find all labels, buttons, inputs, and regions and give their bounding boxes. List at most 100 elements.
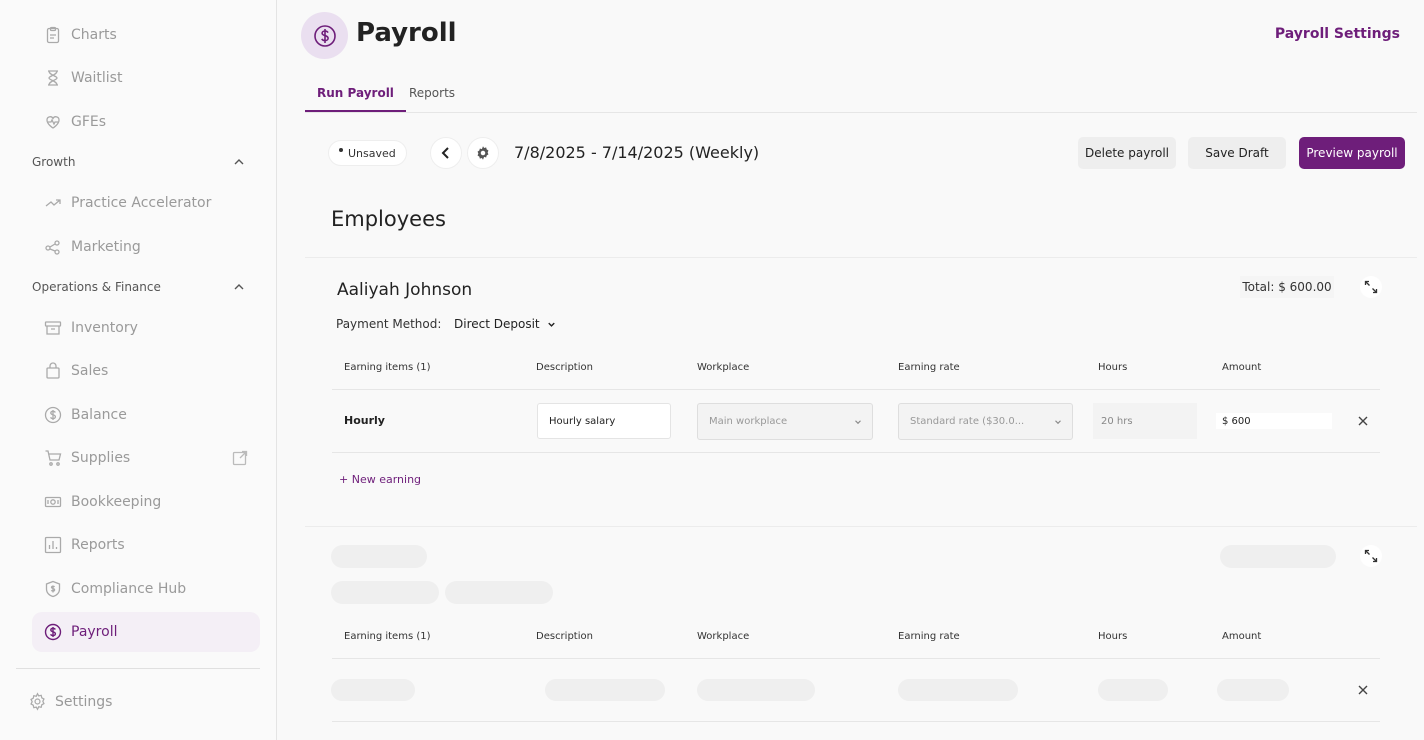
row-divider: [332, 452, 1380, 453]
column-header: Hours: [1098, 631, 1128, 642]
gear-icon: [30, 692, 45, 711]
group-label: Growth: [32, 155, 76, 169]
hourglass-icon: [44, 69, 62, 87]
sidebar-item-label: Practice Accelerator: [71, 195, 212, 211]
group-growth[interactable]: Growth: [32, 155, 246, 169]
employee-total: Total: $ 600.00: [1240, 276, 1334, 298]
amount-value: $ 600: [1216, 413, 1332, 429]
workplace-select[interactable]: Main workplace: [697, 403, 873, 440]
sidebar-item-label: Payroll: [71, 624, 118, 640]
sidebar-item-label: Marketing: [71, 239, 141, 255]
column-header: Amount: [1222, 362, 1262, 373]
column-header: Hours: [1098, 362, 1128, 373]
pay-period: 7/8/2025 - 7/14/2025 (Weekly): [514, 143, 760, 162]
payment-method-value: Direct Deposit: [454, 317, 540, 331]
dollar-circle-icon: [44, 623, 62, 641]
delete-payroll-button[interactable]: Delete payroll: [1078, 137, 1176, 169]
heart-icon: [44, 113, 62, 131]
preview-payroll-button[interactable]: Preview payroll: [1299, 137, 1405, 169]
skeleton-name: [331, 545, 427, 568]
chevron-left-icon: [441, 147, 449, 159]
earning-item: Hourly: [344, 414, 385, 427]
workplace-value: Main workplace: [709, 416, 788, 427]
sidebar-item-label: Bookkeeping: [71, 494, 162, 510]
bag-icon: [44, 362, 62, 380]
dollar-icon: [44, 406, 62, 424]
settings-label: Settings: [55, 693, 113, 710]
skeleton-cell: [1098, 679, 1168, 701]
chevron-down-icon: [855, 420, 861, 425]
employee-name: Aaliyah Johnson: [337, 280, 473, 300]
sidebar-item-label: Charts: [71, 27, 117, 43]
status-dot: [339, 148, 343, 152]
cart-icon: [44, 449, 62, 467]
dollar-circle-icon: [313, 24, 336, 47]
sidebar-item-label: GFEs: [71, 114, 107, 130]
remove-earning-icon[interactable]: [1356, 683, 1370, 697]
sidebar-item-label: Supplies: [71, 450, 131, 466]
group-label: Operations & Finance: [32, 280, 161, 294]
group-operations-finance[interactable]: Operations & Finance: [32, 280, 246, 294]
chart-icon: [44, 536, 62, 554]
earning-rate-select[interactable]: Standard rate ($30.0...: [898, 403, 1073, 440]
skeleton-cell: [697, 679, 815, 701]
trend-icon: [44, 194, 62, 212]
column-header: Earning rate: [898, 362, 960, 373]
payment-method-select[interactable]: Direct Deposit: [454, 317, 557, 331]
chevron-up-icon: [234, 284, 244, 290]
save-draft-button[interactable]: Save Draft: [1188, 137, 1286, 169]
skeleton-payment-label: [331, 581, 439, 604]
sidebar-item-inventory[interactable]: Inventory: [32, 308, 260, 348]
tab-bar: Run Payroll Reports: [305, 80, 1417, 113]
unsaved-badge: Unsaved: [328, 140, 407, 166]
row-divider: [332, 389, 1380, 390]
sidebar-item-marketing[interactable]: Marketing: [32, 227, 260, 267]
sidebar-item-label: Waitlist: [71, 70, 123, 86]
new-earning-button[interactable]: + New earning: [339, 473, 421, 486]
expand-button[interactable]: [1360, 276, 1382, 298]
external-link-icon: [232, 450, 248, 466]
chevron-down-icon: [1055, 420, 1061, 425]
tab-run-payroll[interactable]: Run Payroll: [305, 80, 406, 112]
expand-icon: [1364, 280, 1378, 294]
sidebar-item-practice-accelerator[interactable]: Practice Accelerator: [32, 183, 260, 223]
sidebar-item-bookkeeping[interactable]: Bookkeeping: [32, 482, 260, 522]
sidebar-item-charts[interactable]: Charts: [32, 15, 260, 55]
sidebar-item-balance[interactable]: Balance: [32, 395, 260, 435]
archive-icon: [44, 319, 62, 337]
remove-earning-icon[interactable]: [1356, 414, 1370, 428]
sidebar-item-gfes[interactable]: GFEs: [32, 102, 260, 142]
payroll-settings-link[interactable]: Payroll Settings: [1275, 26, 1400, 42]
row-divider: [332, 658, 1380, 659]
share-icon: [44, 238, 62, 256]
sidebar-item-label: Inventory: [71, 320, 138, 336]
chevron-down-icon: [547, 322, 555, 327]
chevron-up-icon: [234, 159, 244, 165]
tab-reports[interactable]: Reports: [397, 80, 467, 112]
sidebar-item-waitlist[interactable]: Waitlist: [32, 58, 260, 98]
previous-period-button[interactable]: [430, 137, 462, 169]
sidebar-item-payroll[interactable]: Payroll: [32, 612, 260, 652]
sidebar-item-settings[interactable]: Settings: [28, 692, 112, 711]
column-header: Earning items (1): [344, 631, 431, 642]
unsaved-label: Unsaved: [348, 146, 396, 160]
sidebar-item-label: Reports: [71, 537, 125, 553]
payroll-page-icon: [301, 12, 348, 59]
column-header: Workplace: [697, 631, 750, 642]
column-header: Earning rate: [898, 631, 960, 642]
money-icon: [44, 493, 62, 511]
sidebar-item-compliance-hub[interactable]: Compliance Hub: [32, 569, 260, 609]
sidebar-item-supplies[interactable]: Supplies: [32, 438, 260, 478]
column-header: Description: [536, 631, 593, 642]
skeleton-cell: [898, 679, 1018, 701]
sidebar-item-sales[interactable]: Sales: [32, 351, 260, 391]
sidebar-item-reports[interactable]: Reports: [32, 525, 260, 565]
expand-button[interactable]: [1360, 545, 1382, 567]
column-header: Description: [536, 362, 593, 373]
hours-input[interactable]: 20 hrs: [1093, 403, 1197, 439]
sidebar-item-label: Sales: [71, 363, 109, 379]
description-input[interactable]: Hourly salary: [537, 403, 671, 439]
period-settings-button[interactable]: [467, 137, 499, 169]
expand-icon: [1364, 549, 1378, 563]
skeleton-cell: [1217, 679, 1289, 701]
